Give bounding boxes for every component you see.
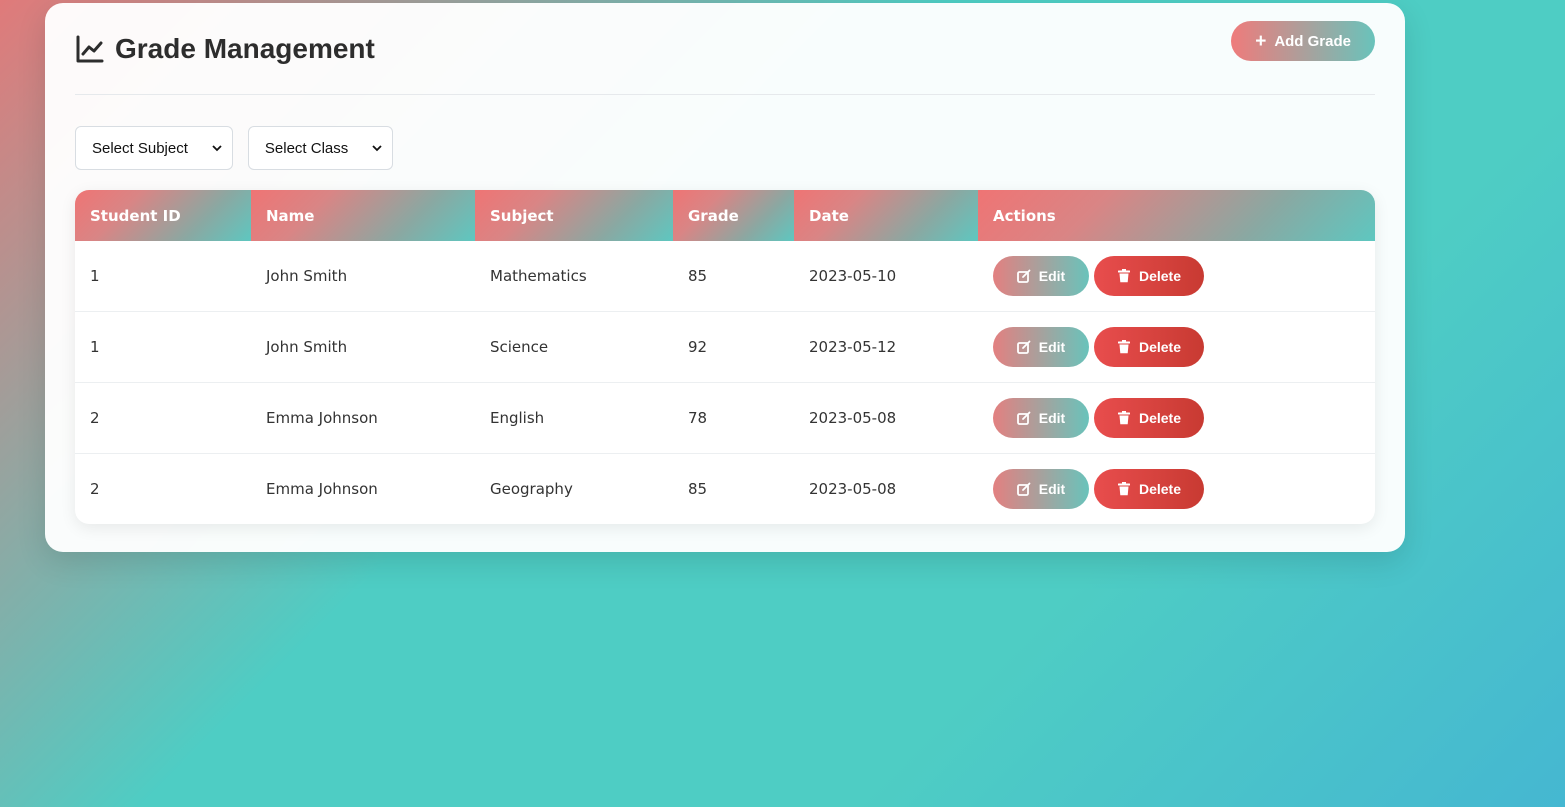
chart-line-icon: [75, 34, 105, 64]
cell-student-id: 2: [75, 453, 251, 524]
cell-name: Emma Johnson: [251, 382, 475, 454]
plus-icon: +: [1255, 30, 1267, 52]
cell-date: 2023-05-10: [809, 267, 897, 285]
cell-subject: Science: [475, 311, 673, 383]
filters-bar: Select Subject Select Class: [75, 126, 1375, 170]
cell-subject: English: [475, 382, 673, 454]
cell-actions: Edit Delete: [978, 453, 1375, 524]
edit-icon: [1016, 482, 1031, 496]
page-header: Grade Management + Add Grade: [75, 3, 1375, 95]
column-header-name: Name: [251, 190, 475, 241]
cell-name: Emma Johnson: [251, 453, 475, 524]
edit-label: Edit: [1038, 410, 1066, 426]
delete-button[interactable]: Delete: [1094, 469, 1204, 509]
row-actions: Edit Delete: [993, 398, 1360, 438]
cell-student-id: 1: [75, 311, 251, 383]
trash-icon: [1117, 340, 1130, 354]
chevron-down-icon: [212, 145, 222, 152]
trash-icon: [1117, 411, 1130, 425]
table-row: 1 John Smith Science 92 2023-05-12 Edit: [75, 311, 1375, 383]
page-title: Grade Management: [115, 32, 375, 64]
table-row: 2 Emma Johnson English 78 2023-05-08 Edi…: [75, 382, 1375, 454]
row-actions: Edit Delete: [993, 256, 1360, 296]
chevron-down-icon: [372, 145, 382, 152]
row-actions: Edit Delete: [993, 327, 1360, 367]
cell-actions: Edit Delete: [978, 382, 1375, 454]
edit-icon: [1016, 411, 1031, 425]
delete-button[interactable]: Delete: [1094, 327, 1204, 367]
cell-actions: Edit Delete: [978, 311, 1375, 383]
trash-icon: [1117, 482, 1130, 496]
cell-grade: 85: [688, 267, 708, 285]
table-row: 1 John Smith Mathematics 85 2023-05-10 E…: [75, 241, 1375, 312]
edit-label: Edit: [1038, 268, 1066, 284]
edit-button[interactable]: Edit: [993, 398, 1089, 438]
delete-button[interactable]: Delete: [1094, 398, 1204, 438]
grades-table: Student ID Name Subject Grade Date Actio…: [75, 190, 1375, 524]
cell-grade: 92: [673, 311, 794, 383]
subject-select-value: Select Subject: [92, 139, 188, 157]
row-actions: Edit Delete: [993, 469, 1360, 509]
edit-button[interactable]: Edit: [993, 256, 1089, 296]
subject-select[interactable]: Select Subject: [75, 126, 233, 170]
delete-label: Delete: [1138, 410, 1182, 426]
column-header-actions: Actions: [978, 190, 1375, 241]
grade-management-card: Grade Management + Add Grade Select Subj…: [45, 3, 1405, 552]
add-grade-label: Add Grade: [1274, 32, 1351, 50]
column-header-student-id: Student ID: [75, 190, 251, 241]
cell-actions: Edit Delete: [978, 241, 1375, 312]
delete-label: Delete: [1138, 481, 1182, 497]
column-header-subject: Subject: [475, 190, 673, 241]
cell-grade: 85: [673, 453, 794, 524]
column-header-date: Date: [794, 190, 978, 241]
cell-date: 2023-05-08: [794, 382, 978, 454]
cell-student-id: 1: [90, 267, 100, 285]
edit-icon: [1016, 340, 1031, 354]
grades-table-container: Student ID Name Subject Grade Date Actio…: [75, 190, 1375, 524]
column-header-grade: Grade: [673, 190, 794, 241]
cell-name: John Smith: [266, 267, 348, 285]
edit-button[interactable]: Edit: [993, 327, 1089, 367]
cell-date: 2023-05-12: [794, 311, 978, 383]
cell-date: 2023-05-08: [794, 453, 978, 524]
table-header-row: Student ID Name Subject Grade Date Actio…: [75, 190, 1375, 241]
delete-label: Delete: [1138, 339, 1182, 355]
delete-label: Delete: [1138, 268, 1182, 284]
table-row: 2 Emma Johnson Geography 85 2023-05-08 E…: [75, 453, 1375, 524]
cell-grade: 78: [673, 382, 794, 454]
cell-subject: Geography: [475, 453, 673, 524]
trash-icon: [1117, 269, 1130, 283]
edit-button[interactable]: Edit: [993, 469, 1089, 509]
edit-icon: [1016, 269, 1031, 283]
class-select-value: Select Class: [264, 139, 349, 157]
add-grade-button[interactable]: + Add Grade: [1231, 21, 1375, 61]
class-select[interactable]: Select Class: [247, 126, 394, 170]
edit-label: Edit: [1038, 481, 1066, 497]
delete-button[interactable]: Delete: [1094, 256, 1204, 296]
cell-subject: Mathematics: [490, 267, 587, 285]
cell-student-id: 2: [75, 382, 251, 454]
edit-label: Edit: [1038, 339, 1066, 355]
title-group: Grade Management: [75, 33, 375, 65]
cell-name: John Smith: [251, 311, 475, 383]
